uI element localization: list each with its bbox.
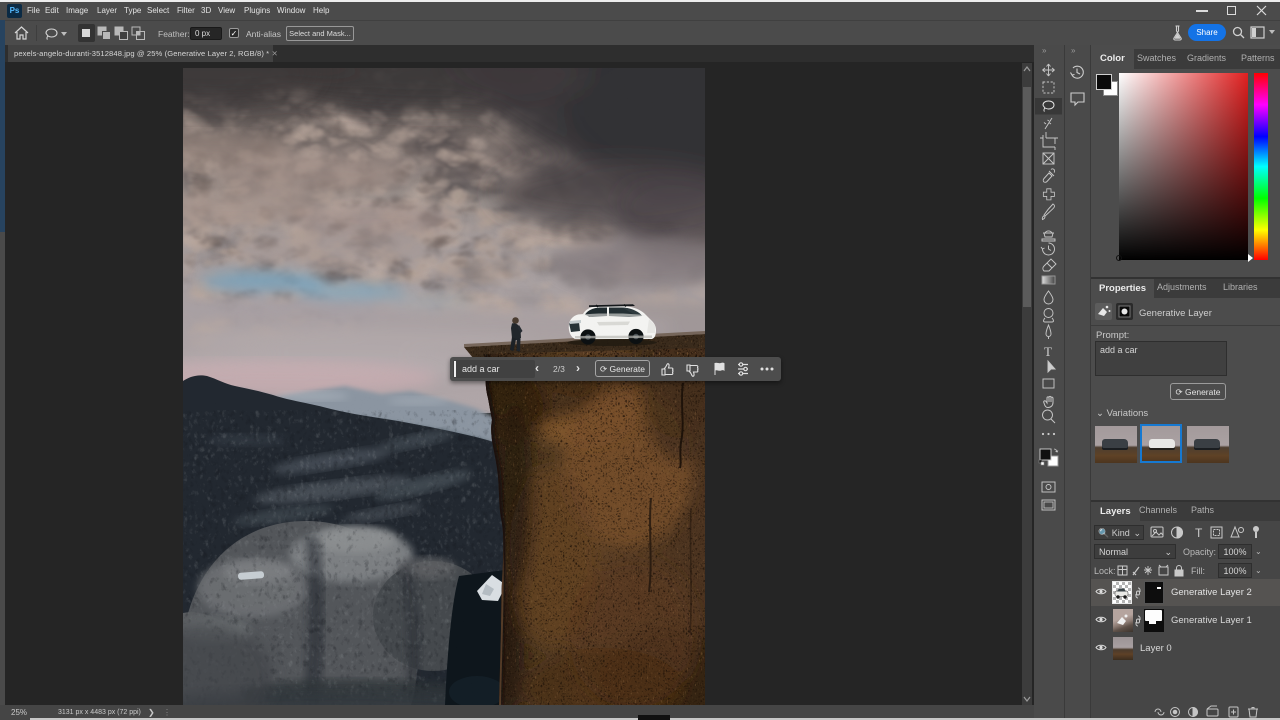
svg-text:T: T (1044, 344, 1052, 359)
svg-text:T: T (1195, 526, 1203, 540)
